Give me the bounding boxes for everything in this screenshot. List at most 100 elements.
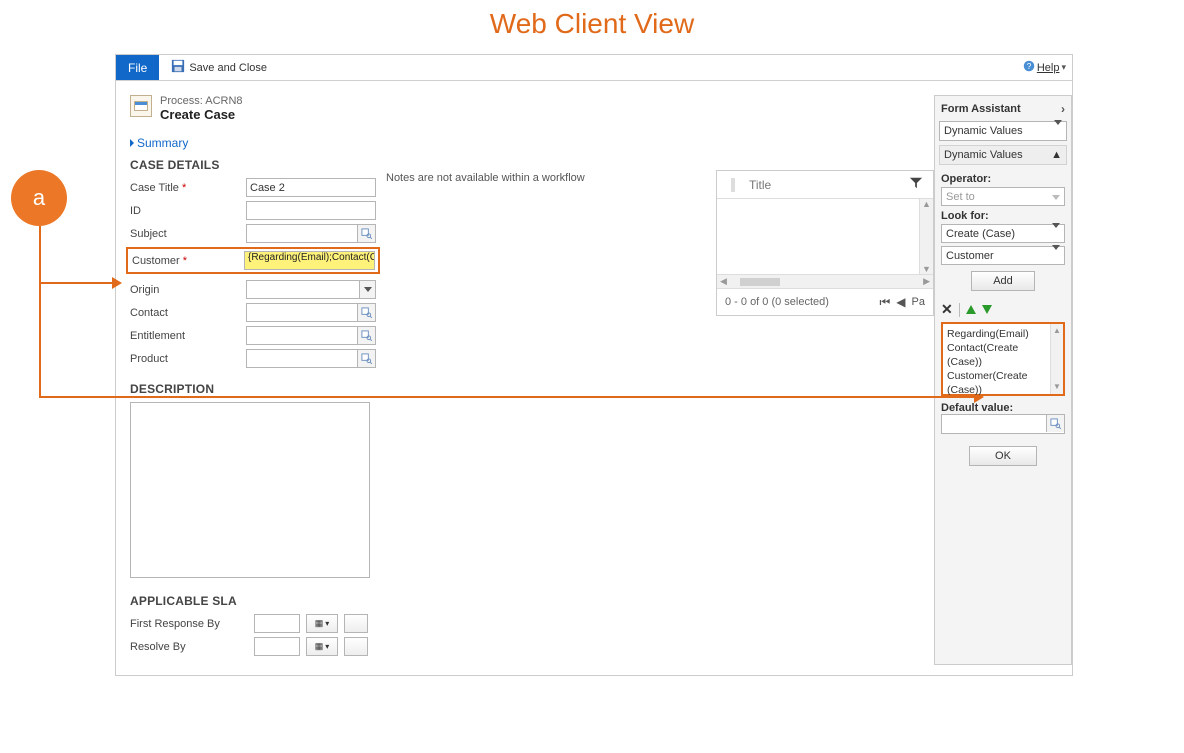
assistant-mode-select[interactable]: Dynamic Values: [939, 121, 1067, 141]
chevron-down-icon: [1054, 125, 1062, 137]
field-label: Entitlement: [130, 330, 246, 342]
default-value-label: Default value:: [941, 402, 1065, 414]
lookup-icon[interactable]: [357, 225, 375, 242]
move-up-button[interactable]: [966, 305, 976, 314]
sla-resolve-by-time-input[interactable]: [344, 637, 368, 656]
file-menu-button[interactable]: File: [116, 55, 159, 80]
grid-header: Title: [717, 171, 933, 199]
field-label: Product: [130, 353, 246, 365]
annotation-connector: [39, 282, 114, 284]
process-header: Process: ACRN8 Create Case: [130, 95, 934, 122]
description-heading: DESCRIPTION: [130, 382, 376, 396]
list-item[interactable]: Customer(Create (Case)): [947, 369, 1047, 397]
form-assistant-header[interactable]: Form Assistant ›: [939, 100, 1067, 121]
field-product: Product: [130, 349, 376, 368]
vertical-scrollbar[interactable]: ▲▼: [1050, 324, 1063, 394]
field-label: Origin: [130, 284, 246, 296]
look-for-entity-select[interactable]: Create (Case): [941, 224, 1065, 243]
save-and-close-button[interactable]: Save and Close: [171, 59, 267, 76]
calendar-button[interactable]: ▦▾: [306, 614, 338, 633]
add-button[interactable]: Add: [971, 271, 1035, 291]
separator: [959, 303, 960, 317]
field-origin: Origin: [130, 280, 376, 299]
field-label: Resolve By: [130, 641, 248, 653]
ok-button[interactable]: OK: [969, 446, 1037, 466]
field-case-title: Case Title * Case 2: [130, 178, 376, 197]
grid-drag-handle[interactable]: [731, 178, 735, 192]
field-entitlement: Entitlement: [130, 326, 376, 345]
sla-first-response-time-input[interactable]: [344, 614, 368, 633]
svg-text:?: ?: [1027, 62, 1032, 71]
dynamic-values-list[interactable]: Regarding(Email) Contact(Create (Case)) …: [941, 322, 1065, 396]
field-label: Subject: [130, 228, 246, 240]
help-menu[interactable]: ? Help ▾: [1023, 60, 1066, 75]
field-contact: Contact: [130, 303, 376, 322]
case-title-input[interactable]: Case 2: [246, 178, 376, 197]
sla-first-response-date-input[interactable]: [254, 614, 300, 633]
chevron-down-icon: ▾: [325, 642, 329, 651]
related-grid: Title ▲▼ ◀▶ 0 - 0 of 0 (0 selecte: [716, 170, 934, 316]
vertical-scrollbar[interactable]: ▲▼: [919, 199, 933, 274]
lookup-icon[interactable]: [357, 304, 375, 321]
grid-body: ▲▼: [717, 199, 933, 274]
form-assistant-pane: Form Assistant › Dynamic Values Dynamic …: [934, 95, 1072, 665]
annotation-connector: [39, 226, 41, 396]
notes-unavailable-message: Notes are not available within a workflo…: [382, 170, 710, 186]
dynamic-values-section-header[interactable]: Dynamic Values ▲: [939, 145, 1067, 165]
customer-input[interactable]: {Regarding(Email);Contact(Cre: [244, 251, 375, 270]
grid-column-title[interactable]: Title: [749, 178, 909, 192]
process-icon: [130, 95, 152, 117]
grid-footer: 0 - 0 of 0 (0 selected) ⏮ ◀ Pa: [717, 288, 933, 315]
chevron-down-icon: [1052, 250, 1060, 262]
field-id: ID: [130, 201, 376, 220]
help-label: Help: [1037, 62, 1060, 74]
horizontal-scrollbar[interactable]: ◀▶: [717, 274, 933, 288]
remove-button[interactable]: ✕: [941, 301, 953, 318]
operator-select[interactable]: Set to: [941, 187, 1065, 206]
list-item[interactable]: Contact(Create (Case)): [947, 341, 1047, 369]
collapse-icon[interactable]: ›: [1061, 102, 1065, 116]
summary-toggle[interactable]: Summary: [130, 136, 188, 150]
chevron-up-icon: ▲: [1051, 149, 1062, 161]
default-value-input[interactable]: [941, 414, 1065, 434]
id-input[interactable]: [246, 201, 376, 220]
entitlement-input[interactable]: [246, 326, 376, 345]
sla-resolve-by-row: Resolve By ▦▾: [130, 637, 376, 656]
help-icon: ?: [1023, 60, 1035, 75]
sla-resolve-by-date-input[interactable]: [254, 637, 300, 656]
origin-select[interactable]: [246, 280, 376, 299]
grid-page-label: Pa: [912, 296, 925, 308]
list-item[interactable]: Regarding(Email): [947, 327, 1047, 341]
chevron-down-icon[interactable]: [359, 281, 375, 298]
lookup-icon[interactable]: [357, 327, 375, 344]
lookup-icon[interactable]: [1046, 415, 1064, 432]
subject-input[interactable]: [246, 224, 376, 243]
page-title: Web Client View: [0, 0, 1184, 54]
field-label: ID: [130, 205, 246, 217]
calendar-button[interactable]: ▦▾: [306, 637, 338, 656]
product-input[interactable]: [246, 349, 376, 368]
field-label: Case Title *: [130, 182, 246, 194]
field-subject: Subject: [130, 224, 376, 243]
process-prefix: Process: ACRN8: [160, 95, 243, 107]
case-details-heading: CASE DETAILS: [130, 158, 376, 172]
chevron-down-icon: [1052, 228, 1060, 240]
move-down-button[interactable]: [982, 305, 992, 314]
sla-first-response-row: First Response By ▦▾: [130, 614, 376, 633]
contact-input[interactable]: [246, 303, 376, 322]
first-page-icon[interactable]: ⏮: [879, 295, 890, 310]
annotation-badge-a: a: [11, 170, 67, 226]
filter-icon[interactable]: [909, 176, 923, 193]
lookup-icon[interactable]: [357, 350, 375, 367]
sla-heading: APPLICABLE SLA: [130, 594, 376, 608]
prev-page-icon[interactable]: ◀: [896, 295, 905, 309]
field-label: Customer *: [128, 255, 244, 267]
chevron-down-icon: [1052, 191, 1060, 203]
description-textarea[interactable]: [130, 402, 370, 578]
field-label: Contact: [130, 307, 246, 319]
look-for-attribute-select[interactable]: Customer: [941, 246, 1065, 265]
chevron-down-icon: ▾: [1061, 62, 1066, 73]
grid-record-count: 0 - 0 of 0 (0 selected): [725, 296, 829, 308]
top-toolbar: File Save and Close ? Help ▾: [116, 55, 1072, 81]
save-icon: [171, 59, 185, 76]
